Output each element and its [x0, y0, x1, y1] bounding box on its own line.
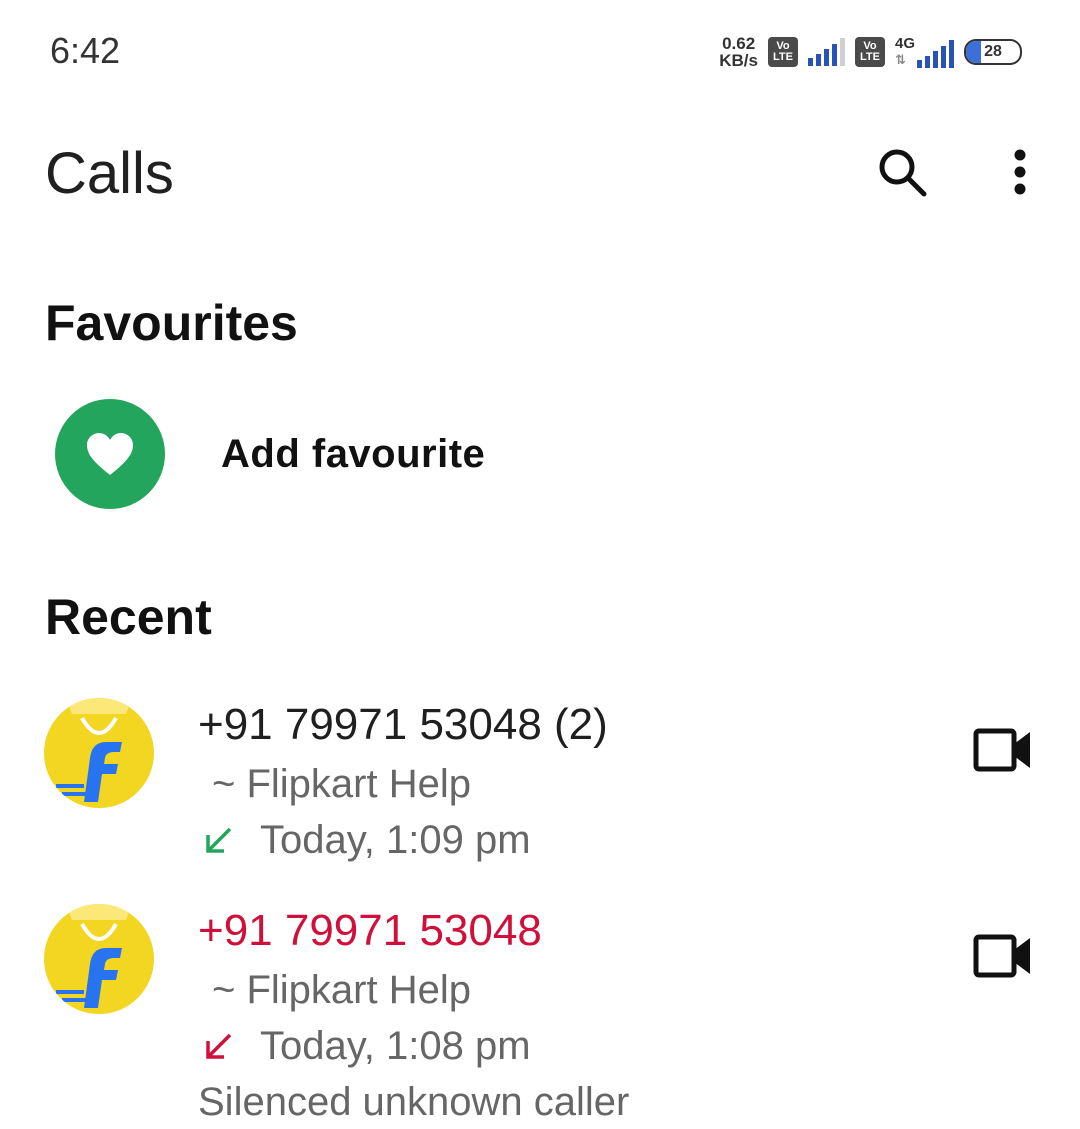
incoming-call-arrow-icon — [206, 827, 232, 853]
network-speed-value: 0.62 — [722, 34, 756, 53]
signal-4g-icon: 4G ⇅ — [895, 36, 954, 68]
volte-bottom-label: LTE — [773, 51, 793, 63]
heart-icon — [87, 433, 133, 475]
battery-icon: 28 — [964, 39, 1022, 65]
network-speed-unit: KB/s — [719, 51, 758, 70]
more-options-button[interactable] — [990, 142, 1050, 202]
call-time: Today, 1:08 pm — [260, 1024, 531, 1068]
flipkart-avatar — [44, 698, 154, 808]
signal-strength-icon — [807, 38, 845, 66]
favourites-title: Favourites — [45, 295, 298, 351]
search-icon — [879, 149, 927, 197]
video-call-button[interactable] — [970, 720, 1036, 780]
status-icons: 0.62 KB/s Vo LTE Vo LTE 4G ⇅ 28 — [719, 32, 1022, 72]
recent-title: Recent — [45, 589, 212, 645]
volte-bottom-label-2: LTE — [860, 51, 880, 63]
call-number-text: +91 79971 53048 — [198, 700, 542, 749]
network-type-label: 4G — [894, 35, 915, 52]
call-number: +91 79971 53048 (2) — [198, 700, 608, 750]
call-time-row: Today, 1:08 pm — [200, 1024, 531, 1069]
battery-level: 28 — [984, 43, 1002, 60]
missed-call-arrow-icon — [206, 1033, 232, 1059]
call-number-text: +91 79971 53048 — [198, 906, 542, 955]
video-call-icon — [973, 934, 1030, 978]
volte-icon-2: Vo LTE — [854, 37, 885, 67]
call-time-row: Today, 1:09 pm — [200, 818, 531, 863]
call-log-item[interactable]: +91 79971 53048 ~ Flipkart Help Today, 1… — [0, 896, 1080, 1129]
search-button[interactable] — [872, 142, 932, 202]
add-favourite-button[interactable]: Add favourite — [55, 399, 555, 509]
call-number: +91 79971 53048 — [198, 906, 542, 956]
video-call-icon — [973, 728, 1030, 772]
network-speed: 0.62 KB/s — [719, 35, 758, 69]
call-note: Silenced unknown caller — [198, 1080, 630, 1124]
call-count: (2) — [554, 700, 608, 749]
call-time: Today, 1:09 pm — [260, 818, 531, 862]
call-log-item[interactable]: +91 79971 53048 (2) ~ Flipkart Help Toda… — [0, 690, 1080, 890]
page-title: Calls — [45, 141, 174, 206]
more-vert-icon — [1014, 149, 1026, 195]
flipkart-avatar — [44, 904, 154, 1014]
status-time: 6:42 — [50, 30, 121, 71]
add-favourite-label: Add favourite — [221, 431, 486, 476]
volte-icon: Vo LTE — [767, 37, 798, 67]
add-favourite-avatar — [55, 399, 165, 509]
caller-name: ~ Flipkart Help — [212, 762, 471, 806]
video-call-button[interactable] — [970, 926, 1036, 986]
caller-name: ~ Flipkart Help — [212, 968, 471, 1012]
